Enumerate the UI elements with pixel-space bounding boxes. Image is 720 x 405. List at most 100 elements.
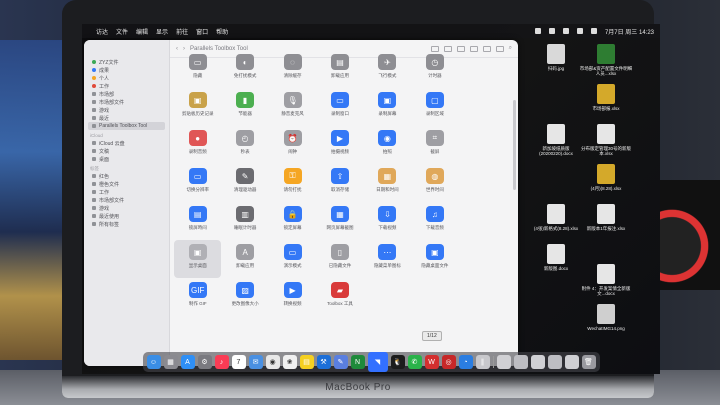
sidebar-item[interactable]: 市场部文件 bbox=[84, 98, 169, 106]
battery-icon[interactable] bbox=[590, 28, 597, 34]
menu-item-window[interactable]: 窗口 bbox=[196, 27, 208, 36]
doc2-icon[interactable] bbox=[513, 355, 528, 369]
doc1-icon[interactable] bbox=[496, 355, 511, 369]
menu-item-edit[interactable]: 编辑 bbox=[136, 27, 148, 36]
tool-item[interactable]: ✎ 清理驱动器 bbox=[221, 164, 268, 202]
menu-item-help[interactable]: 帮助 bbox=[216, 27, 228, 36]
tool-item[interactable]: ◍ 世界时间 bbox=[411, 164, 458, 202]
sidebar-item-icloud[interactable]: iCloud 云盘 bbox=[84, 139, 169, 147]
sidebar-item[interactable]: 个人 bbox=[84, 74, 169, 82]
sidebar-item-tag[interactable]: 游戏 bbox=[84, 204, 169, 212]
tool-item[interactable]: ♫ 下载音频 bbox=[411, 202, 458, 240]
system-preferences-icon[interactable]: ⚙ bbox=[197, 355, 212, 369]
photos-icon[interactable]: ❀ bbox=[282, 355, 297, 369]
status-icon-3[interactable] bbox=[562, 28, 569, 34]
tool-item[interactable]: ▥ 睡眠计时器 bbox=[221, 202, 268, 240]
desktop-file[interactable]: 市场部&资产配置文件明细人员...xlsx bbox=[578, 44, 634, 77]
tool-item[interactable]: ▤ 锁屏時间 bbox=[174, 202, 221, 240]
tool-item[interactable]: ▮ 节能器 bbox=[221, 88, 268, 126]
tool-item[interactable]: ● 录制音频 bbox=[174, 126, 221, 164]
menu-item-file[interactable]: 文件 bbox=[116, 27, 128, 36]
tool-item[interactable]: ▣ 隐藏桌面文件 bbox=[411, 240, 458, 278]
tool-item[interactable]: ▭ 隐藏 bbox=[174, 50, 221, 88]
desktop-file[interactable]: WechatIMG14.png bbox=[578, 304, 634, 331]
sidebar-item[interactable]: 市场部 bbox=[84, 90, 169, 98]
tool-item[interactable]: GIF 制作 GIF bbox=[174, 278, 221, 316]
tool-item[interactable]: ▣ 显示桌面 bbox=[174, 240, 222, 278]
wechat-icon[interactable]: ✆ bbox=[407, 355, 422, 369]
lark-icon[interactable]: ◥ bbox=[367, 352, 388, 372]
tool-item[interactable]: ⇧ 取消存储 bbox=[316, 164, 363, 202]
doc3-icon[interactable] bbox=[530, 355, 545, 369]
calendar-icon[interactable]: 7 bbox=[231, 355, 246, 369]
xcode-icon[interactable]: ⚒ bbox=[316, 355, 331, 369]
qq-icon[interactable]: 🐧 bbox=[390, 355, 405, 369]
parallels-icon[interactable]: ∥ bbox=[475, 355, 490, 369]
sidebar-item-tag[interactable]: 市场部文件 bbox=[84, 196, 169, 204]
menu-item-finder[interactable]: 访达 bbox=[96, 27, 108, 36]
tool-item[interactable]: ◌ 清除缓存 bbox=[269, 50, 316, 88]
netease-icon[interactable]: ◎ bbox=[441, 355, 456, 369]
tool-item[interactable]: ◷ 计时器 bbox=[411, 50, 458, 88]
microsoft-icon[interactable]: N bbox=[350, 355, 365, 369]
music-icon[interactable]: ♪ bbox=[214, 355, 229, 369]
tool-item[interactable]: ▯ 已隐藏文件 bbox=[316, 240, 363, 278]
tool-item[interactable]: ⇩ 下载视频 bbox=[364, 202, 411, 240]
sidebar-item-tag[interactable]: 橙色文件 bbox=[84, 180, 169, 188]
tool-item[interactable]: ▦ 网页屏幕截图 bbox=[316, 202, 363, 240]
tool-item[interactable]: 🔒 锁定屏幕 bbox=[269, 202, 316, 240]
sidebar-item-tag[interactable]: 所有标签 bbox=[84, 220, 169, 228]
desktop-file[interactable]: 附件 4：开发案情全新版文...docx bbox=[578, 264, 634, 297]
tool-item[interactable]: A 卸载应用 bbox=[221, 240, 268, 278]
tool-item[interactable]: ▤ 卸载应用 bbox=[316, 50, 363, 88]
notes-icon[interactable]: ▤ bbox=[299, 355, 314, 369]
status-icon-1[interactable] bbox=[534, 28, 541, 34]
desktop-file[interactable]: 扫码.jpg bbox=[528, 44, 584, 71]
safari-icon[interactable]: ◔ bbox=[458, 355, 473, 369]
tool-item[interactable]: ▶ 拍摄视频 bbox=[316, 126, 363, 164]
sidebar-item[interactable]: 工作 bbox=[84, 82, 169, 90]
tool-item[interactable]: ⌗ 截屏 bbox=[411, 126, 458, 164]
wifi-icon[interactable] bbox=[576, 28, 583, 34]
tool-item[interactable]: ▦ 日期和时间 bbox=[364, 164, 411, 202]
sidebar-item-tag[interactable]: 红色 bbox=[84, 172, 169, 180]
tool-item[interactable]: ▣ 剪贴板历史记录 bbox=[174, 88, 221, 126]
launchpad-icon[interactable]: ▦ bbox=[163, 355, 178, 369]
sidebar-item[interactable]: 最近 bbox=[84, 114, 169, 122]
finder-icon[interactable]: ☺ bbox=[146, 355, 161, 369]
desktop-file[interactable]: 新版本1年报注.xlsx bbox=[578, 204, 634, 231]
tool-item[interactable]: ▭ 录制窗口 bbox=[316, 88, 363, 126]
desktop-file[interactable]: 新加坡纸质版(20200220).docx bbox=[528, 124, 584, 157]
sidebar-item-icloud[interactable]: 桌面 bbox=[84, 155, 169, 163]
doc5-icon[interactable] bbox=[564, 355, 579, 369]
mail-icon[interactable]: ✉ bbox=[248, 355, 263, 369]
pen-icon[interactable]: ✎ bbox=[333, 355, 348, 369]
desktop-file[interactable]: 市场部报.xlsx bbox=[578, 84, 634, 111]
tool-item[interactable]: ◴ 秒表 bbox=[221, 126, 268, 164]
sidebar-item-tag[interactable]: 工作 bbox=[84, 188, 169, 196]
scrollbar[interactable] bbox=[513, 100, 516, 190]
desktop-file[interactable]: (4月)(8.28).xlsx bbox=[578, 164, 634, 191]
tool-item[interactable]: ◉ 拍照 bbox=[364, 126, 411, 164]
sidebar-item[interactable]: 游戏 bbox=[84, 106, 169, 114]
tool-item[interactable]: ⚿ 请勿打扰 bbox=[269, 164, 316, 202]
tool-item[interactable]: ▭ 演示模式 bbox=[269, 240, 316, 278]
tool-item[interactable]: 🎙 静音麦克风 bbox=[269, 88, 316, 126]
menu-item-go[interactable]: 前往 bbox=[176, 27, 188, 36]
tool-item[interactable]: ⏰ 闹钟 bbox=[269, 126, 316, 164]
tool-item[interactable]: ▶ 转换视频 bbox=[269, 278, 316, 316]
sidebar-item-icloud[interactable]: 文稿 bbox=[84, 147, 169, 155]
desktop-file[interactable]: 新版图.docx bbox=[528, 244, 584, 271]
menu-clock[interactable]: 7月7日 周三 14:23 bbox=[605, 27, 654, 36]
doc4-icon[interactable] bbox=[547, 355, 562, 369]
desktop-file[interactable]: 分布版定管理30号的新版本.xlsx bbox=[578, 124, 634, 157]
tool-item[interactable]: ▰ Toolbox 工具 bbox=[316, 278, 363, 316]
tool-item[interactable]: ▨ 更改图像大小 bbox=[221, 278, 268, 316]
sidebar-item[interactable]: ZYZ文件 bbox=[84, 58, 169, 66]
trash-icon[interactable]: 🗑 bbox=[581, 355, 596, 369]
desktop-file[interactable]: (4张)新格式(8.28).xlsx bbox=[528, 204, 584, 231]
tool-item[interactable]: ⋯ 隐藏菜单图标 bbox=[364, 240, 411, 278]
tool-item[interactable]: ✈ 飞行模式 bbox=[364, 50, 411, 88]
tool-item[interactable]: ▣ 录制屏幕 bbox=[364, 88, 411, 126]
chrome-icon[interactable]: ◉ bbox=[265, 355, 280, 369]
